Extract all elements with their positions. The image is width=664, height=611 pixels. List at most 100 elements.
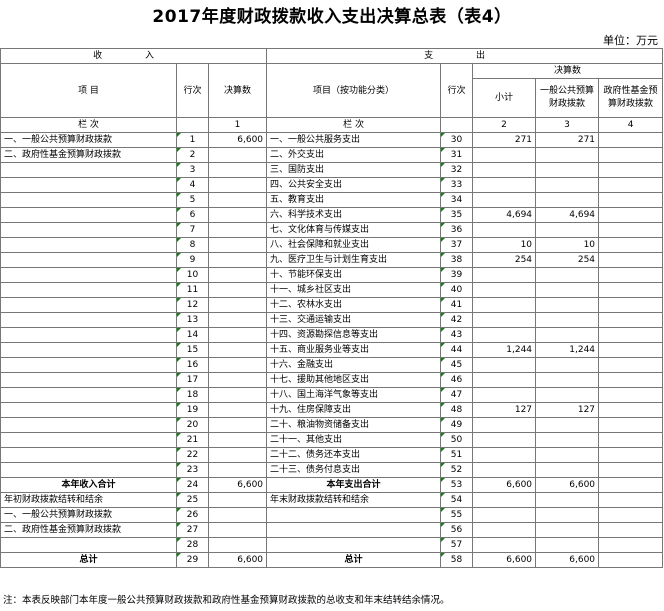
income-amount-cell [207, 387, 268, 403]
expense-line-cell: 41 [440, 297, 474, 313]
income-amount-cell [207, 237, 268, 253]
gov-fund-cell [598, 447, 664, 463]
gov-fund-cell [598, 432, 664, 448]
income-line-cell: 3 [176, 162, 209, 178]
expense-line-cell: 38 [440, 252, 474, 268]
expense-item-cell: 十三、交通运输支出 [266, 312, 442, 328]
subtotal-cell: 127 [472, 402, 537, 418]
general-budget-cell [535, 282, 600, 298]
general-budget-cell: 1,244 [535, 342, 600, 358]
subtotal-cell [472, 417, 537, 433]
table-row: 12 十二、农林水支出 41 [0, 297, 664, 313]
col-index-3: 3 [535, 117, 600, 133]
income-amount-cell [207, 222, 268, 238]
section-header-row: 收 入 支 出 [0, 48, 664, 64]
general-budget-cell [535, 162, 600, 178]
col-index-label-right: 栏 次 [266, 117, 442, 133]
income-line-cell: 22 [176, 447, 209, 463]
subtotal-cell [472, 432, 537, 448]
table-row: 总计 29 6,600 总计 58 6,600 6,600 [0, 552, 664, 568]
expense-item-cell: 三、国防支出 [266, 162, 442, 178]
income-item-cell: 本年收入合计 [0, 477, 177, 493]
income-amount-cell: 6,600 [207, 477, 268, 493]
expense-line-cell: 35 [440, 207, 474, 223]
income-amount-cell [207, 147, 268, 163]
expense-item-cell: 十七、援助其他地区支出 [266, 372, 442, 388]
income-line-cell: 24 [176, 477, 209, 493]
general-budget-cell [535, 492, 600, 508]
general-budget-cell [535, 387, 600, 403]
expense-item-cell: 十一、城乡社区支出 [266, 282, 442, 298]
expense-item-cell: 十、节能环保支出 [266, 267, 442, 283]
income-amount-cell [207, 162, 268, 178]
expense-item-cell [266, 507, 442, 523]
expense-line-cell: 49 [440, 417, 474, 433]
col-index-2: 2 [472, 117, 537, 133]
income-amount-cell [207, 342, 268, 358]
income-line-cell: 16 [176, 357, 209, 373]
income-item-cell [0, 222, 177, 238]
expense-line-cell: 33 [440, 177, 474, 193]
expense-item-cell: 二、外交支出 [266, 147, 442, 163]
subtotal-cell [472, 357, 537, 373]
general-budget-cell [535, 522, 600, 538]
gov-fund-cell [598, 147, 664, 163]
expense-item-cell: 七、文化体育与传媒支出 [266, 222, 442, 238]
expense-item-cell: 十六、金融支出 [266, 357, 442, 373]
subtotal-cell [472, 162, 537, 178]
unit-label: 单位：万元 [603, 34, 658, 47]
gov-fund-cell [598, 462, 664, 478]
budget-table: 收 入 支 出 项 目 行次 决算数 项目（按功能分类） 行次 决算数 小计 一… [0, 48, 664, 568]
income-item-cell: 一、一般公共预算财政拨款 [0, 132, 177, 148]
expense-item-cell: 五、教育支出 [266, 192, 442, 208]
income-amount-cell: 6,600 [207, 132, 268, 148]
subtotal-cell [472, 387, 537, 403]
expense-line-cell: 57 [440, 537, 474, 553]
general-budget-cell: 271 [535, 132, 600, 148]
table-row: 6 六、科学技术支出 35 4,694 4,694 [0, 207, 664, 223]
subtotal-cell [472, 522, 537, 538]
income-item-cell [0, 387, 177, 403]
expense-item-cell: 二十二、债务还本支出 [266, 447, 442, 463]
general-budget-cell [535, 417, 600, 433]
income-amount-cell [207, 522, 268, 538]
expense-item-cell: 十四、资源勘探信息等支出 [266, 327, 442, 343]
expense-line-cell: 44 [440, 342, 474, 358]
subtotal-cell [472, 147, 537, 163]
table-row: 14 十四、资源勘探信息等支出 43 [0, 327, 664, 343]
subtotal-cell: 1,244 [472, 342, 537, 358]
income-item-cell [0, 372, 177, 388]
general-budget-cell [535, 267, 600, 283]
income-item-cell [0, 537, 177, 553]
subtotal-cell [472, 492, 537, 508]
income-item-cell: 年初财政拨款结转和结余 [0, 492, 177, 508]
income-item-cell [0, 342, 177, 358]
subtotal-cell [472, 537, 537, 553]
income-item-cell [0, 282, 177, 298]
expense-line-cell: 32 [440, 162, 474, 178]
income-line-cell: 21 [176, 432, 209, 448]
gov-fund-cell [598, 492, 664, 508]
table-row: 3 三、国防支出 32 [0, 162, 664, 178]
income-item-cell [0, 297, 177, 313]
income-line-cell: 7 [176, 222, 209, 238]
gov-fund-cell [598, 282, 664, 298]
income-line-cell: 2 [176, 147, 209, 163]
col-index-empty [176, 117, 209, 133]
table-row: 20 二十、粮油物资储备支出 49 [0, 417, 664, 433]
table-row: 18 十八、国土海洋气象等支出 47 [0, 387, 664, 403]
income-line-cell: 1 [176, 132, 209, 148]
income-line-cell: 17 [176, 372, 209, 388]
income-item-header: 项 目 [0, 63, 177, 118]
expense-line-cell: 54 [440, 492, 474, 508]
expense-line-cell: 42 [440, 312, 474, 328]
expense-line-cell: 53 [440, 477, 474, 493]
gov-fund-cell [598, 507, 664, 523]
subtotal-cell [472, 507, 537, 523]
expense-line-cell: 50 [440, 432, 474, 448]
gov-fund-cell [598, 372, 664, 388]
expense-line-cell: 43 [440, 327, 474, 343]
general-budget-cell [535, 372, 600, 388]
gov-fund-cell [598, 312, 664, 328]
table-row: 5 五、教育支出 34 [0, 192, 664, 208]
